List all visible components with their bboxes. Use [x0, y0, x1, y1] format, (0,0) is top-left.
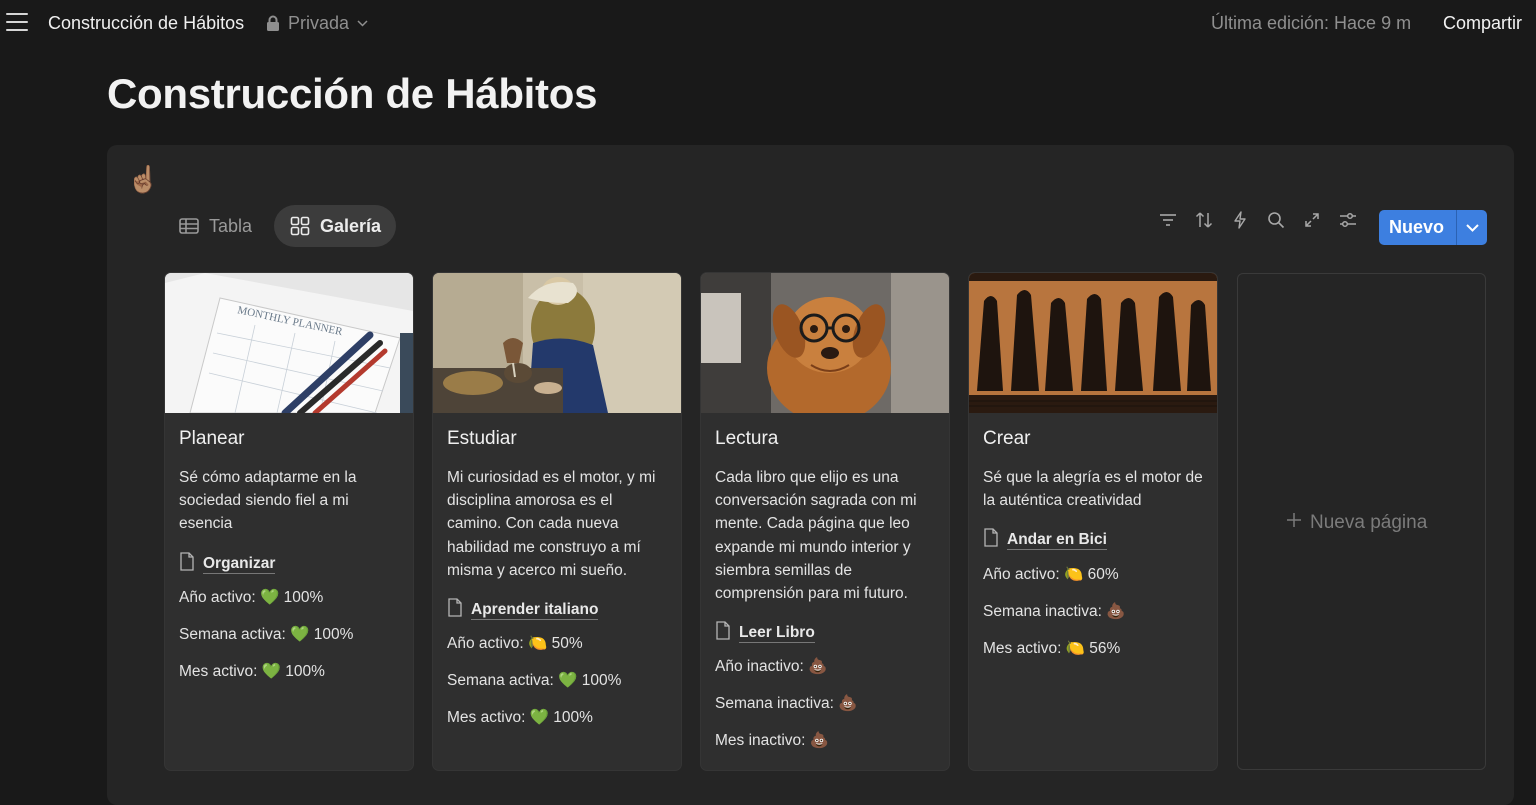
page-icon: [715, 621, 731, 645]
gallery-card[interactable]: Estudiar Mi curiosidad es el motor, y mi…: [433, 273, 681, 770]
relation-label: Andar en Bici: [1007, 530, 1107, 550]
sort-icon[interactable]: [1193, 209, 1215, 231]
card-property: Mes activo: 💚 100%: [447, 709, 593, 726]
card-property: Año activo: 🍋 60%: [983, 566, 1119, 583]
relation-label: Aprender italiano: [471, 600, 599, 620]
page-icon: [447, 598, 463, 622]
card-property: Mes activo: 💚 100%: [179, 663, 325, 680]
card-title: Crear: [983, 428, 1031, 449]
card-property: Mes activo: 🍋 56%: [983, 640, 1121, 657]
card-property: Año activo: 🍋 50%: [447, 635, 583, 652]
relation-label: Leer Libro: [739, 623, 815, 643]
lightning-icon[interactable]: [1229, 209, 1251, 231]
card-relation[interactable]: Andar en Bici: [983, 528, 1107, 552]
card-title: Lectura: [715, 428, 779, 449]
view-toolbar: [1157, 209, 1359, 231]
card-description: Sé cómo adaptarme en la sociedad siendo …: [179, 469, 357, 533]
chevron-down-icon: [1465, 223, 1479, 232]
card-title: Planear: [179, 428, 245, 449]
tab-galeria-label: Galería: [320, 215, 382, 236]
database-panel: ☝🏽 Tabla Galería Nuevo MONTHLY PLANNER P…: [107, 145, 1514, 805]
expand-icon[interactable]: [1301, 209, 1323, 231]
card-description: Cada libro que elijo es una conversación…: [715, 469, 917, 603]
page-title: Construcción de Hábitos: [107, 70, 598, 117]
table-icon: [179, 218, 199, 234]
breadcrumb-page-title[interactable]: Construcción de Hábitos: [48, 13, 244, 34]
card-description: Mi curiosidad es el motor, y mi discipli…: [447, 469, 656, 579]
tab-galeria[interactable]: Galería: [274, 205, 397, 247]
pointing-hand-icon[interactable]: ☝🏽: [127, 165, 159, 193]
card-property: Año inactivo: 💩: [715, 658, 828, 675]
filter-icon[interactable]: [1157, 209, 1179, 231]
view-tabs: Tabla Galería: [171, 205, 397, 247]
new-dropdown-button[interactable]: [1456, 210, 1488, 245]
page-icon: [179, 552, 195, 576]
lock-icon: [266, 15, 280, 32]
top-bar: Construcción de Hábitos Privada Última e…: [0, 0, 1536, 46]
new-page-label: Nueva página: [1310, 512, 1428, 533]
last-edited-label: Última edición: Hace 9 m: [1211, 13, 1412, 33]
privacy-dropdown[interactable]: Privada: [266, 13, 368, 34]
new-button-group: Nuevo: [1379, 210, 1488, 245]
new-button[interactable]: Nuevo: [1379, 210, 1457, 245]
card-description: Sé que la alegría es el motor de la auté…: [983, 469, 1203, 510]
gallery-card[interactable]: Crear Sé que la alegría es el motor de l…: [969, 273, 1217, 770]
new-page-button[interactable]: Nueva página: [1286, 512, 1427, 534]
settings-sliders-icon[interactable]: [1337, 209, 1359, 231]
card-title: Estudiar: [447, 428, 517, 449]
tab-tabla[interactable]: Tabla: [171, 205, 268, 247]
gallery-icon: [290, 216, 310, 236]
card-cover-image: MONTHLY PLANNER: [165, 273, 413, 413]
share-button[interactable]: Compartir: [1443, 13, 1522, 34]
card-property: Semana inactiva: 💩: [983, 603, 1126, 620]
card-cover-image: [701, 273, 949, 413]
card-relation[interactable]: Leer Libro: [715, 621, 815, 645]
card-property: Semana inactiva: 💩: [715, 695, 858, 712]
privacy-label: Privada: [288, 13, 350, 33]
card-relation[interactable]: Organizar: [179, 552, 276, 576]
card-cover-image: [433, 273, 681, 413]
card-property: Semana activa: 💚 100%: [447, 672, 622, 689]
card-property: Semana activa: 💚 100%: [179, 626, 354, 643]
plus-icon: [1286, 512, 1302, 534]
chevron-down-icon: [357, 20, 368, 27]
card-property: Mes inactivo: 💩: [715, 732, 830, 749]
menu-icon[interactable]: [6, 13, 28, 33]
tab-tabla-label: Tabla: [209, 215, 253, 236]
card-cover-image: [969, 273, 1217, 413]
search-icon[interactable]: [1265, 209, 1287, 231]
new-page-card[interactable]: Nueva página: [1237, 273, 1486, 770]
card-relation[interactable]: Aprender italiano: [447, 598, 599, 622]
gallery-card[interactable]: Lectura Cada libro que elijo es una conv…: [701, 273, 949, 770]
gallery-card[interactable]: MONTHLY PLANNER Planear Sé cómo adaptarm…: [165, 273, 413, 770]
card-property: Año activo: 💚 100%: [179, 589, 324, 606]
relation-label: Organizar: [203, 554, 276, 574]
page-icon: [983, 528, 999, 552]
